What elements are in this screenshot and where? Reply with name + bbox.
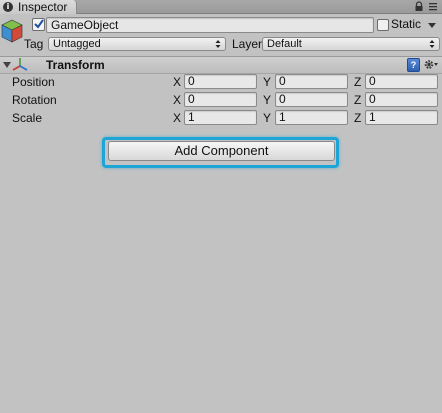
rotation-x-field[interactable]: 0 (184, 92, 257, 107)
scale-x-field[interactable]: 1 (184, 110, 257, 125)
position-z-field[interactable]: 0 (365, 74, 438, 89)
position-x-field[interactable]: 0 (184, 74, 257, 89)
tab-inspector[interactable]: i Inspector (0, 0, 77, 14)
transform-title: Transform (46, 58, 105, 72)
scale-row: Scale X 1 Y 1 Z 1 (0, 110, 442, 126)
info-icon: i (3, 2, 13, 12)
rotation-label: Rotation (12, 93, 57, 107)
menu-icon[interactable] (427, 1, 439, 12)
scale-label: Scale (12, 111, 43, 125)
scale-x-label[interactable]: X (173, 111, 181, 125)
position-x-label[interactable]: X (173, 75, 181, 89)
checkmark-icon (34, 19, 44, 29)
rotation-y-label[interactable]: Y (263, 93, 271, 107)
help-icon[interactable]: ? (407, 58, 420, 72)
layer-dropdown[interactable]: Default (262, 37, 440, 51)
rotation-z-field[interactable]: 0 (365, 92, 438, 107)
gear-icon[interactable] (423, 58, 439, 71)
active-checkbox[interactable] (32, 18, 45, 31)
tab-inspector-label: Inspector (18, 0, 68, 14)
lock-icon[interactable] (414, 1, 424, 12)
scale-z-label[interactable]: Z (354, 111, 361, 125)
transform-component-header[interactable]: Transform ? (0, 56, 442, 74)
tab-bar: i Inspector (0, 0, 442, 14)
gameobject-name-field[interactable]: GameObject (46, 17, 374, 33)
dropdown-arrow-icon (429, 40, 435, 48)
position-label: Position (12, 75, 55, 89)
static-label: Static (391, 17, 422, 31)
scale-z-field[interactable]: 1 (365, 110, 438, 125)
layer-value: Default (267, 38, 302, 50)
scale-y-label[interactable]: Y (263, 111, 271, 125)
tag-label: Tag (24, 37, 44, 51)
gameobject-cube-icon (1, 19, 23, 43)
gameobject-header: GameObject Static Tag Untagged Layer Def… (0, 14, 442, 56)
position-row: Position X 0 Y 0 Z 0 (0, 74, 442, 90)
position-y-field[interactable]: 0 (275, 74, 348, 89)
static-checkbox[interactable] (377, 19, 389, 31)
layer-label: Layer (232, 37, 263, 51)
rotation-row: Rotation X 0 Y 0 Z 0 (0, 92, 442, 108)
add-component-button[interactable]: Add Component (108, 141, 335, 161)
dropdown-arrow-icon (215, 40, 221, 48)
position-z-label[interactable]: Z (354, 75, 361, 89)
foldout-arrow-icon[interactable] (3, 61, 11, 69)
scale-y-field[interactable]: 1 (275, 110, 348, 125)
transform-icon (12, 58, 28, 71)
position-y-label[interactable]: Y (263, 75, 271, 89)
rotation-y-field[interactable]: 0 (275, 92, 348, 107)
tag-dropdown[interactable]: Untagged (48, 37, 226, 51)
rotation-z-label[interactable]: Z (354, 93, 361, 107)
rotation-x-label[interactable]: X (173, 93, 181, 107)
static-dropdown-arrow-icon[interactable] (427, 20, 437, 30)
tag-value: Untagged (53, 38, 101, 50)
